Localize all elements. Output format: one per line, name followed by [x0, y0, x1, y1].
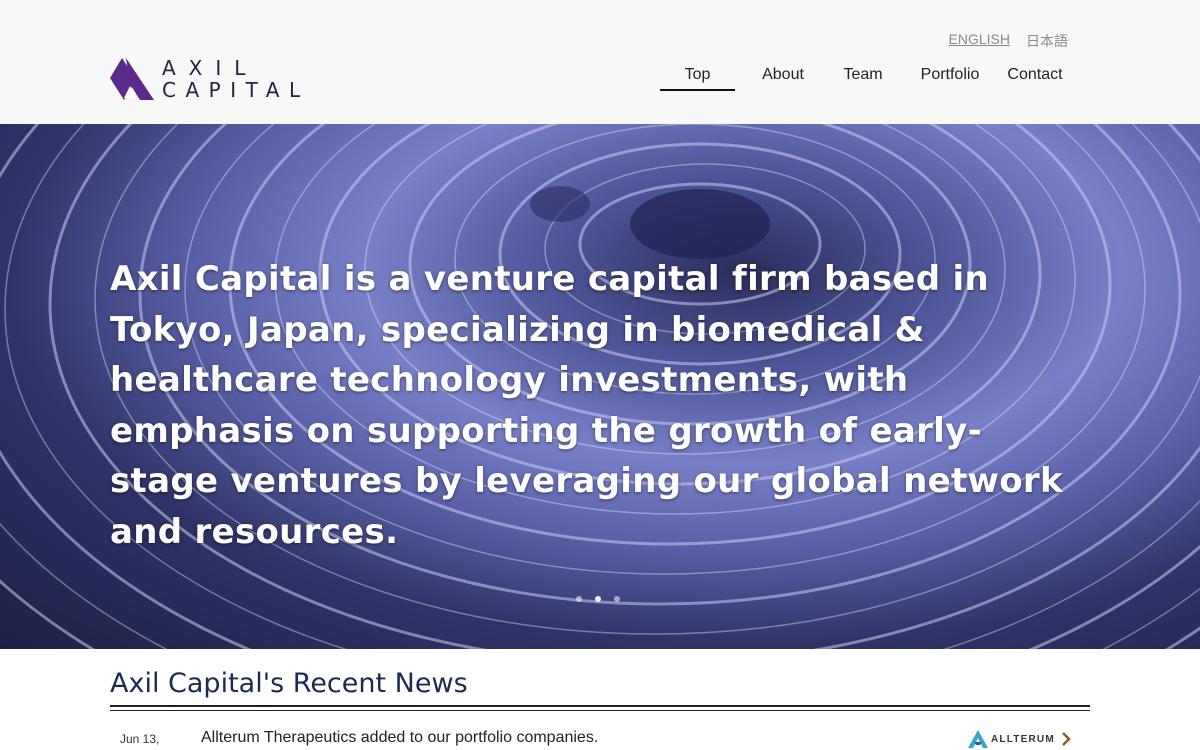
- nav-item-portfolio[interactable]: Portfolio: [895, 66, 1005, 90]
- language-english-link[interactable]: ENGLISH: [949, 31, 1010, 51]
- news-divider-thin: [110, 710, 1090, 711]
- chevron-right-icon[interactable]: [1060, 731, 1072, 747]
- site-header: AXIL CAPITAL ENGLISH 日本語 Top About Team …: [0, 0, 1200, 124]
- axil-logo-mark-icon: [110, 58, 154, 100]
- allterum-mark-icon: [968, 730, 988, 748]
- news-headline-link[interactable]: Allterum Therapeutics added to our portf…: [201, 729, 598, 747]
- main-nav: Top About Team Portfolio Contact: [660, 66, 1065, 91]
- nav-item-top[interactable]: Top: [660, 66, 735, 91]
- language-switcher: ENGLISH 日本語: [949, 31, 1068, 51]
- hero-headline: Axil Capital is a venture capital firm b…: [110, 259, 1063, 552]
- hero-slider: Axil Capital is a venture capital firm b…: [0, 124, 1200, 649]
- news-divider: [110, 705, 1090, 707]
- logo-text-line1: AXIL: [162, 56, 259, 80]
- allterum-logo: ALLTERUM: [968, 730, 1055, 748]
- news-date: Jun 13,: [120, 732, 160, 746]
- logo-text-line2: CAPITAL: [162, 78, 310, 102]
- slider-dot[interactable]: [576, 596, 582, 602]
- nav-item-about[interactable]: About: [735, 66, 831, 90]
- nav-item-team[interactable]: Team: [831, 66, 895, 90]
- news-section-title: Axil Capital's Recent News: [110, 668, 468, 699]
- allterum-logo-text: ALLTERUM: [991, 733, 1055, 745]
- slider-dot-active[interactable]: [595, 596, 601, 602]
- slider-dot[interactable]: [614, 596, 620, 602]
- nav-item-contact[interactable]: Contact: [1005, 66, 1065, 90]
- slider-dots: [576, 596, 620, 602]
- axil-capital-logo[interactable]: AXIL CAPITAL: [110, 58, 310, 100]
- news-list-item[interactable]: Jun 13, Allterum Therapeutics added to o…: [110, 722, 1090, 750]
- language-japanese-link[interactable]: 日本語: [1026, 31, 1068, 51]
